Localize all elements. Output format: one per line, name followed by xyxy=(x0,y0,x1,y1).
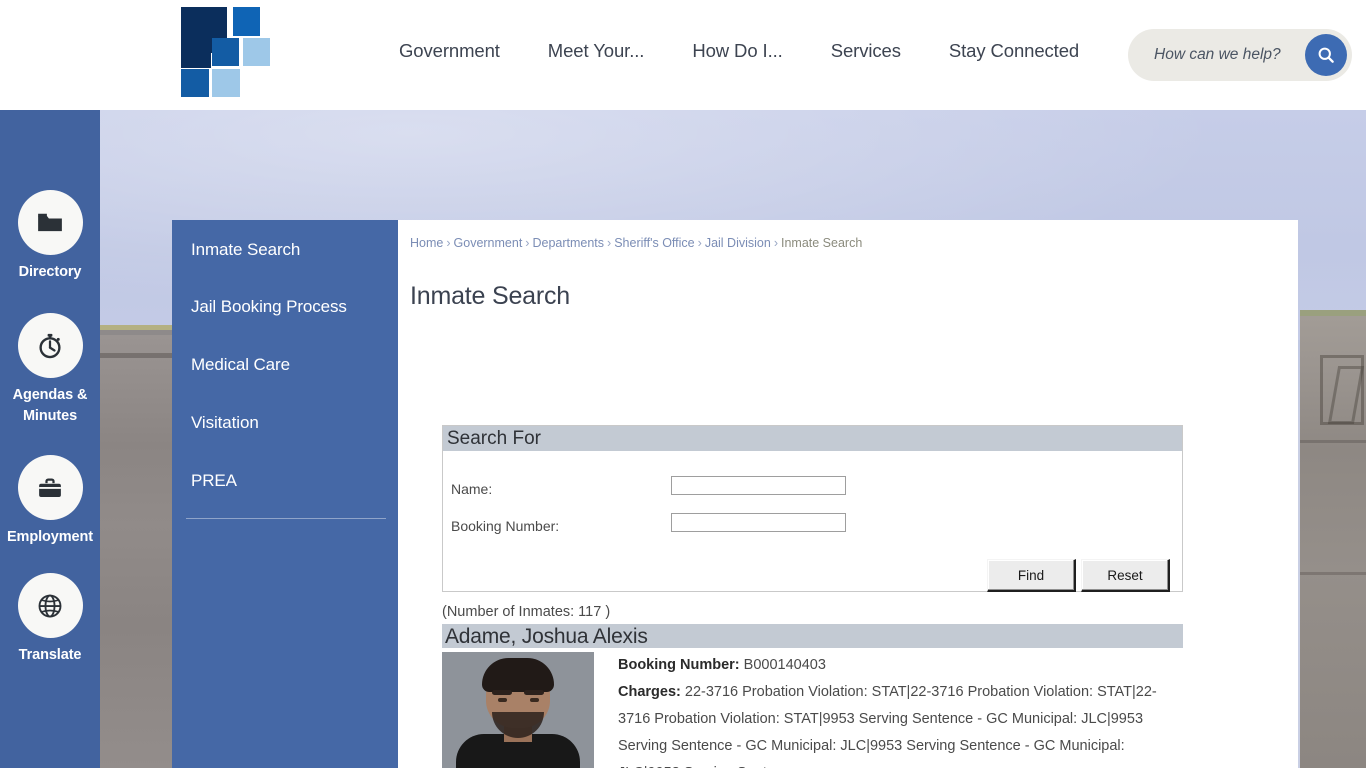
breadcrumb: Home › Government › Departments › Sheriff's Of… xyxy=(410,236,862,250)
breadcrumb-departments[interactable]: Departments xyxy=(532,236,604,250)
site-header: Government Meet Your... How Do I... Serv… xyxy=(0,0,1366,110)
subnav-divider xyxy=(186,518,386,519)
search-for-heading: Search For xyxy=(443,426,1182,451)
page-title: Inmate Search xyxy=(410,282,570,310)
search-icon xyxy=(1318,47,1334,63)
breadcrumb-separator: › xyxy=(446,236,451,250)
nav-item-meet-your[interactable]: Meet Your... xyxy=(524,40,669,62)
main-navigation: Government Meet Your... How Do I... Serv… xyxy=(375,40,1103,62)
search-input[interactable] xyxy=(1154,29,1314,81)
stopwatch-icon xyxy=(39,333,61,358)
rail-item-directory[interactable]: Directory xyxy=(0,190,100,283)
section-subnav: Inmate Search Jail Booking Process Medic… xyxy=(172,220,398,768)
county-logo[interactable] xyxy=(181,7,275,97)
mugshot-eye-left xyxy=(498,698,507,702)
header-search xyxy=(1128,29,1352,81)
rail-item-employment[interactable]: Employment xyxy=(0,455,100,548)
sidebar-item-visitation[interactable]: Visitation xyxy=(191,413,259,433)
mugshot-hair xyxy=(482,658,554,692)
mugshot-brow-right xyxy=(524,690,544,695)
name-input[interactable] xyxy=(671,476,846,495)
booking-number-value: B000140403 xyxy=(743,657,826,673)
booking-number-input[interactable] xyxy=(671,513,846,532)
rail-label-agendas-minutes: Agendas & Minutes xyxy=(12,387,88,424)
globe-icon xyxy=(38,594,62,617)
main-content-panel: Home › Government › Departments › Sheriff's Of… xyxy=(398,220,1298,768)
directory-icon-circle xyxy=(17,190,83,255)
search-for-panel: Search For Name: Booking Number: Find Re… xyxy=(442,425,1183,592)
folder-icon xyxy=(38,213,62,231)
breadcrumb-home[interactable]: Home xyxy=(410,236,443,250)
search-submit-button[interactable] xyxy=(1305,34,1347,76)
charges-value: 22-3716 Probation Violation: STAT|22-371… xyxy=(618,684,1157,768)
rail-item-agendas-minutes[interactable]: Agendas & Minutes xyxy=(0,313,100,427)
charges-row: Charges: 22-3716 Probation Violation: ST… xyxy=(618,679,1178,768)
logo-square-2 xyxy=(181,36,211,68)
rail-item-translate[interactable]: Translate xyxy=(0,573,100,666)
logo-square-3 xyxy=(233,7,260,36)
mugshot-eye-right xyxy=(530,698,539,702)
breadcrumb-separator: › xyxy=(525,236,530,250)
translate-icon-circle xyxy=(17,573,83,638)
breadcrumb-separator: › xyxy=(607,236,612,250)
booking-number-row: Booking Number: B000140403 xyxy=(618,652,1178,679)
rail-label-employment: Employment xyxy=(6,529,93,545)
stone-facade-right xyxy=(1300,310,1366,768)
sidebar-item-jail-booking-process[interactable]: Jail Booking Process xyxy=(191,297,347,317)
logo-square-7 xyxy=(212,69,240,97)
breadcrumb-jail-division[interactable]: Jail Division xyxy=(705,236,771,250)
booking-number-label: Booking Number: xyxy=(451,518,560,534)
breadcrumb-separator: › xyxy=(697,236,702,250)
booking-number-field-label: Booking Number: xyxy=(618,657,740,673)
agendas-icon-circle xyxy=(17,313,83,378)
nav-item-services[interactable]: Services xyxy=(807,40,925,62)
stone-seam xyxy=(1300,572,1366,575)
sidebar-item-inmate-search[interactable]: Inmate Search xyxy=(191,240,300,260)
sidebar-item-prea[interactable]: PREA xyxy=(191,471,237,491)
mugshot-brow-left xyxy=(492,690,512,695)
charges-field-label: Charges: xyxy=(618,684,681,700)
sidebar-item-medical-care[interactable]: Medical Care xyxy=(191,355,290,375)
logo-square-5 xyxy=(243,38,270,66)
rail-label-directory: Directory xyxy=(18,264,82,280)
nav-item-how-do-i[interactable]: How Do I... xyxy=(668,40,806,62)
quicklinks-rail: Directory Agendas & Minutes Employment T… xyxy=(0,110,100,768)
logo-square-4 xyxy=(212,38,239,66)
breadcrumb-government[interactable]: Government xyxy=(454,236,523,250)
inmate-details: Booking Number: B000140403 Charges: 22-3… xyxy=(618,652,1178,768)
briefcase-icon xyxy=(39,478,61,497)
search-for-body: Name: Booking Number: Find Reset xyxy=(443,451,1182,592)
rail-label-translate: Translate xyxy=(18,647,82,663)
breadcrumb-current: Inmate Search xyxy=(780,236,863,250)
nav-item-stay-connected[interactable]: Stay Connected xyxy=(925,40,1103,62)
name-label: Name: xyxy=(451,481,493,497)
stone-seam xyxy=(1300,440,1366,443)
inmate-count: (Number of Inmates: 117 ) xyxy=(442,604,611,620)
breadcrumb-separator: › xyxy=(773,236,778,250)
employment-icon-circle xyxy=(17,455,83,520)
inmate-mugshot xyxy=(442,652,594,768)
stone-ornament xyxy=(1320,355,1364,425)
find-button[interactable]: Find xyxy=(987,559,1076,592)
inmate-name-bar[interactable]: Adame, Joshua Alexis xyxy=(442,624,1183,648)
logo-square-6 xyxy=(181,69,209,97)
reset-button[interactable]: Reset xyxy=(1081,559,1170,592)
breadcrumb-sheriffs-office[interactable]: Sheriff's Office xyxy=(614,236,694,250)
nav-item-government[interactable]: Government xyxy=(375,40,524,62)
